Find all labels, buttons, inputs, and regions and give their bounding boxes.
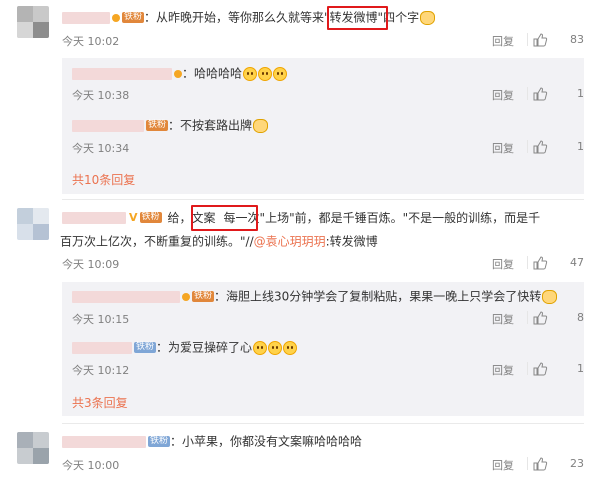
comment-meta: 今天 10:02 回复 83 bbox=[62, 31, 584, 49]
username[interactable] bbox=[72, 67, 172, 80]
reply-button[interactable]: 回复 bbox=[492, 140, 514, 156]
reply-item: ：哈哈哈哈 bbox=[72, 64, 574, 83]
comment-text-end: :转发微博 bbox=[325, 234, 378, 249]
comment-2: V 铁粉 给，文案 每一次"上场"前，都是千锤百炼。"不是一般的训练，而是千 百万次上… bbox=[0, 200, 596, 420]
verified-v-icon: V bbox=[129, 210, 138, 224]
like-count: 83 bbox=[570, 33, 584, 46]
reply-box: 铁粉 ：海胆上线30分钟学会了复制粘贴，果果一晚上只学会了快转 今天 10:15 … bbox=[62, 282, 584, 416]
fan-badge: 铁粉 bbox=[139, 212, 162, 223]
username[interactable] bbox=[72, 290, 180, 303]
reply-text: ：海胆上线30分钟学会了复制粘贴，果果一晚上只学会了快转 bbox=[214, 289, 542, 304]
comment-text: 每一次"上场"前，都是千锤百炼。"不是一般的训练，而是千 bbox=[223, 210, 541, 225]
like-count: 8 bbox=[577, 311, 584, 324]
like-count: 1 bbox=[577, 362, 584, 375]
crown-icon bbox=[174, 69, 182, 78]
thumbs-up-icon[interactable] bbox=[532, 310, 548, 326]
like-count: 47 bbox=[570, 256, 584, 269]
comment-text: ：小苹果，你都没有文案嘛哈哈哈哈 bbox=[170, 434, 363, 449]
fan-badge: 铁粉 bbox=[192, 291, 215, 302]
reply-button[interactable]: 回复 bbox=[492, 311, 514, 327]
reply-button[interactable]: 回复 bbox=[492, 457, 514, 473]
divider bbox=[527, 311, 528, 324]
laugh-emoji-icon bbox=[268, 340, 283, 355]
username[interactable] bbox=[62, 11, 110, 24]
highlight-box bbox=[191, 205, 258, 231]
reply-item: 铁粉 ：不按套路出牌 bbox=[72, 116, 574, 135]
timestamp: 今天 10:02 bbox=[62, 35, 120, 48]
like-count: 1 bbox=[577, 87, 584, 100]
comment-body: 铁粉 ：从昨晚开始，等你那么久就等来"转发微博"四个字 bbox=[62, 8, 584, 27]
comment-text: ：从昨晚开始，等你那么久就等来 bbox=[144, 10, 325, 25]
comment-body-line2: 百万次上亿次，不断重复的训练。"//@袁心玥玥玥:转发微博 bbox=[60, 232, 584, 251]
timestamp: 今天 10:15 bbox=[72, 313, 130, 326]
reply-item: 铁粉 ：海胆上线30分钟学会了复制粘贴，果果一晚上只学会了快转 bbox=[72, 287, 574, 306]
timestamp: 今天 10:12 bbox=[72, 364, 130, 377]
laugh-emoji-icon bbox=[273, 66, 288, 81]
fan-badge: 铁粉 bbox=[134, 342, 157, 353]
cat-emoji-icon bbox=[420, 10, 436, 25]
comment-meta: 今天 10:00 回复 23 bbox=[62, 455, 584, 473]
timestamp: 今天 10:34 bbox=[72, 142, 130, 155]
thumbs-up-icon[interactable] bbox=[532, 255, 548, 271]
crown-icon bbox=[112, 13, 120, 22]
timestamp: 今天 10:38 bbox=[72, 89, 130, 102]
reply-box: ：哈哈哈哈 今天 10:38 回复 1 铁粉 ：不按套路出牌 今天 10:34 回… bbox=[62, 58, 584, 194]
divider bbox=[527, 87, 528, 100]
thumbs-up-icon[interactable] bbox=[532, 86, 548, 102]
reply-button[interactable]: 回复 bbox=[492, 33, 514, 49]
like-count: 23 bbox=[570, 457, 584, 470]
timestamp: 今天 10:09 bbox=[62, 258, 120, 271]
laugh-emoji-icon bbox=[253, 340, 268, 355]
more-replies-link[interactable]: 共3条回复 bbox=[72, 394, 128, 411]
cat-emoji-icon bbox=[542, 289, 558, 304]
fan-badge: 铁粉 bbox=[122, 12, 145, 23]
comment-body: 铁粉 ：小苹果，你都没有文案嘛哈哈哈哈 bbox=[62, 432, 584, 451]
comment-meta: 今天 10:09 回复 47 bbox=[62, 254, 584, 272]
reply-button[interactable]: 回复 bbox=[492, 256, 514, 272]
mention-link[interactable]: @袁心玥玥玥 bbox=[254, 235, 326, 249]
avatar[interactable] bbox=[17, 6, 49, 38]
crown-icon bbox=[182, 292, 190, 301]
avatar[interactable] bbox=[17, 208, 49, 240]
reply-text: ：哈哈哈哈 bbox=[182, 66, 243, 81]
timestamp: 今天 10:00 bbox=[62, 459, 120, 472]
laugh-emoji-icon bbox=[283, 340, 298, 355]
username[interactable] bbox=[62, 211, 126, 224]
cat-emoji-icon bbox=[253, 118, 269, 133]
reply-button[interactable]: 回复 bbox=[492, 362, 514, 378]
reply-meta: 今天 10:34 回复 1 bbox=[72, 138, 584, 156]
reply-text: ：为爱豆操碎了心 bbox=[156, 340, 253, 355]
username[interactable] bbox=[62, 435, 146, 448]
thumbs-up-icon[interactable] bbox=[532, 139, 548, 155]
comment-1: 铁粉 ：从昨晚开始，等你那么久就等来"转发微博"四个字 今天 10:02 回复 8… bbox=[0, 0, 596, 200]
comment-text-end: 四个字 bbox=[383, 10, 420, 25]
fan-badge: 铁粉 bbox=[146, 120, 169, 131]
username[interactable] bbox=[72, 341, 132, 354]
laugh-emoji-icon bbox=[243, 66, 258, 81]
reply-button[interactable]: 回复 bbox=[492, 87, 514, 103]
thumbs-up-icon[interactable] bbox=[532, 361, 548, 377]
comment-body: V 铁粉 给，文案 每一次"上场"前，都是千锤百炼。"不是一般的训练，而是千 bbox=[62, 208, 584, 227]
divider bbox=[527, 256, 528, 269]
reply-meta: 今天 10:38 回复 1 bbox=[72, 85, 584, 103]
comment-3: 铁粉 ：小苹果，你都没有文案嘛哈哈哈哈 今天 10:00 回复 23 bbox=[0, 424, 596, 477]
more-replies-link[interactable]: 共10条回复 bbox=[72, 171, 135, 188]
divider bbox=[527, 33, 528, 46]
reply-item: 铁粉 ：为爱豆操碎了心 bbox=[72, 338, 574, 357]
avatar[interactable] bbox=[17, 432, 49, 464]
divider bbox=[527, 457, 528, 470]
laugh-emoji-icon bbox=[258, 66, 273, 81]
username[interactable] bbox=[72, 119, 144, 132]
divider bbox=[527, 362, 528, 375]
highlight-box bbox=[327, 6, 388, 30]
reply-meta: 今天 10:15 回复 8 bbox=[72, 309, 584, 327]
reply-text: ：不按套路出牌 bbox=[168, 118, 253, 133]
divider bbox=[527, 140, 528, 153]
fan-badge: 铁粉 bbox=[148, 436, 171, 447]
like-count: 1 bbox=[577, 140, 584, 153]
reply-meta: 今天 10:12 回复 1 bbox=[72, 360, 584, 378]
thumbs-up-icon[interactable] bbox=[532, 32, 548, 48]
thumbs-up-icon[interactable] bbox=[532, 456, 548, 472]
comment-text: 百万次上亿次，不断重复的训练。"// bbox=[60, 234, 254, 249]
